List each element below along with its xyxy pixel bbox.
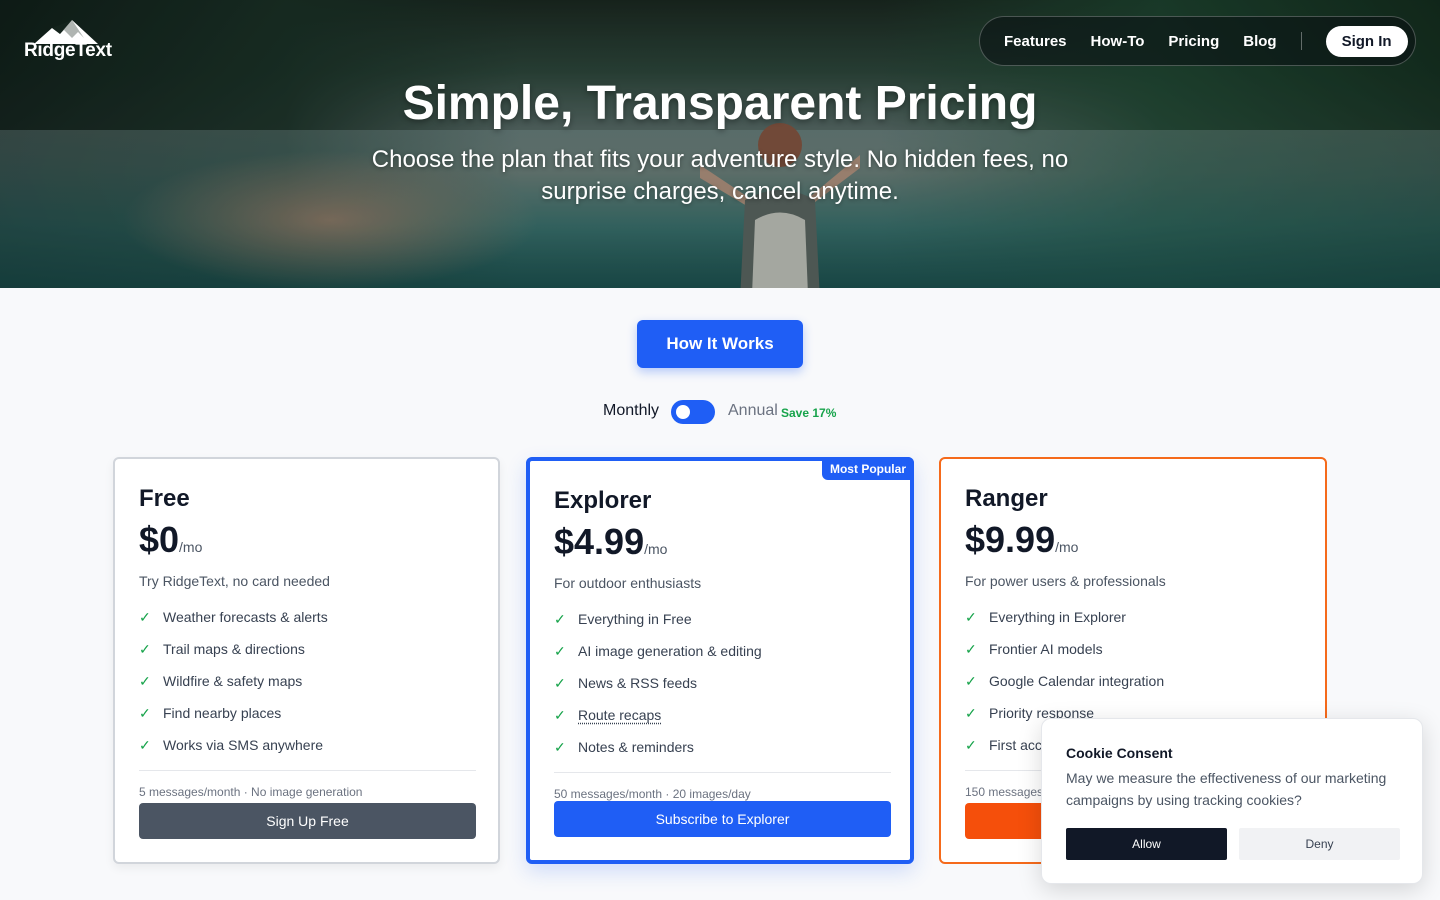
nav-pricing[interactable]: Pricing: [1168, 33, 1219, 50]
nav-blog[interactable]: Blog: [1243, 33, 1276, 50]
brand-logo[interactable]: RidgeText: [24, 18, 114, 62]
save-badge: Save 17%: [781, 406, 837, 420]
route-recaps-tooltip-trigger[interactable]: Route recaps: [578, 707, 661, 723]
cookie-title: Cookie Consent: [1066, 745, 1173, 761]
page-subtitle: Choose the plan that fits your adventure…: [371, 146, 1069, 205]
check-icon: ✓: [139, 704, 151, 721]
check-icon: ✓: [965, 672, 977, 689]
check-icon: ✓: [139, 672, 151, 689]
feature-item: ✓ Notes & reminders: [554, 738, 694, 756]
plan-card-free: Free $0 /mo Try RidgeText, no card neede…: [113, 457, 500, 864]
annual-label[interactable]: Annual: [728, 402, 778, 420]
page-title: Simple, Transparent Pricing: [402, 77, 1038, 130]
cookie-consent-dialog: Cookie Consent May we measure the effect…: [1041, 718, 1423, 884]
plan-name: Explorer: [554, 487, 652, 514]
price-amount: $0: [139, 519, 180, 560]
nav-divider: [1300, 32, 1302, 50]
toggle-knob: [676, 405, 690, 419]
feature-item: ✓ Trail maps & directions: [139, 640, 305, 658]
price-period: /mo: [179, 539, 203, 555]
most-popular-badge: Most Popular: [821, 457, 914, 480]
feature-item: ✓ Weather forecasts & alerts: [139, 608, 328, 626]
how-it-works-button[interactable]: How It Works: [637, 320, 803, 368]
top-navigation: Features How-To Pricing Blog Sign In: [979, 16, 1416, 66]
price-period: /mo: [1055, 539, 1079, 555]
plan-description: For power users & professionals: [965, 573, 1166, 589]
plan-price: $9.99 /mo: [965, 519, 1078, 561]
brand-name: RidgeText: [24, 40, 112, 61]
check-icon: ✓: [965, 704, 977, 721]
plan-name: Ranger: [965, 485, 1048, 512]
feature-item: ✓ Works via SMS anywhere: [139, 736, 324, 754]
billing-period-toggle[interactable]: [671, 400, 715, 424]
check-icon: ✓: [554, 738, 566, 755]
check-icon: ✓: [554, 642, 566, 659]
feature-list: ✓ Weather forecasts & alerts ✓ Trail maps …: [139, 601, 328, 761]
monthly-label[interactable]: Monthly: [603, 402, 659, 420]
plan-price: $4.99 /mo: [554, 521, 667, 563]
plan-name: Free: [139, 485, 190, 512]
nav-features[interactable]: Features: [1004, 33, 1067, 50]
billing-toggle-row: Monthly Annual Save 17%: [0, 398, 1440, 426]
price-amount: $9.99: [965, 519, 1056, 560]
feature-list: ✓ Everything in Free ✓ AI image generation…: [554, 603, 762, 763]
check-icon: ✓: [554, 674, 566, 691]
plan-limits: 150 messages: [965, 785, 1044, 799]
feature-item: ✓ Wildfire & safety maps: [139, 672, 303, 690]
feature-item: ✓ Frontier AI models: [965, 640, 1103, 658]
feature-item: ✓ Everything in Free: [554, 610, 692, 628]
check-icon: ✓: [965, 736, 977, 753]
check-icon: ✓: [139, 608, 151, 625]
check-icon: ✓: [554, 706, 566, 723]
check-icon: ✓: [139, 640, 151, 657]
plan-price: $0 /mo: [139, 519, 202, 561]
feature-item: ✓ Everything in Explorer: [965, 608, 1126, 626]
sign-in-button[interactable]: Sign In: [1325, 25, 1408, 57]
plan-limits: 50 messages/month · 20 images/day: [554, 787, 751, 801]
card-divider: [554, 772, 891, 773]
sign-up-free-button[interactable]: Sign Up Free: [139, 803, 476, 839]
feature-item: ✓ AI image generation & editing: [554, 642, 762, 660]
price-period: /mo: [644, 541, 668, 557]
feature-item[interactable]: ✓ Route recaps: [554, 699, 762, 731]
price-amount: $4.99: [554, 521, 645, 562]
nav-how-to[interactable]: How-To: [1091, 33, 1145, 50]
check-icon: ✓: [965, 640, 977, 657]
feature-item: ✓ Find nearby places: [139, 704, 282, 722]
check-icon: ✓: [554, 610, 566, 627]
cookie-message: May we measure the effectiveness of our …: [1066, 770, 1387, 808]
check-icon: ✓: [965, 608, 977, 625]
deny-cookies-button[interactable]: Deny: [1239, 828, 1400, 860]
subscribe-explorer-button[interactable]: Subscribe to Explorer: [554, 801, 891, 837]
plan-description: For outdoor enthusiasts: [554, 575, 702, 591]
check-icon: ✓: [139, 736, 151, 753]
plan-description: Try RidgeText, no card needed: [139, 573, 330, 589]
allow-cookies-button[interactable]: Allow: [1066, 828, 1227, 860]
plan-limits: 5 messages/month · No image generation: [139, 785, 363, 799]
card-divider: [139, 770, 476, 771]
plan-card-explorer: Most Popular Explorer $4.99 /mo For outd…: [526, 457, 914, 864]
feature-item: ✓ News & RSS feeds: [554, 674, 698, 692]
feature-item: ✓ Google Calendar integration: [965, 672, 1165, 690]
